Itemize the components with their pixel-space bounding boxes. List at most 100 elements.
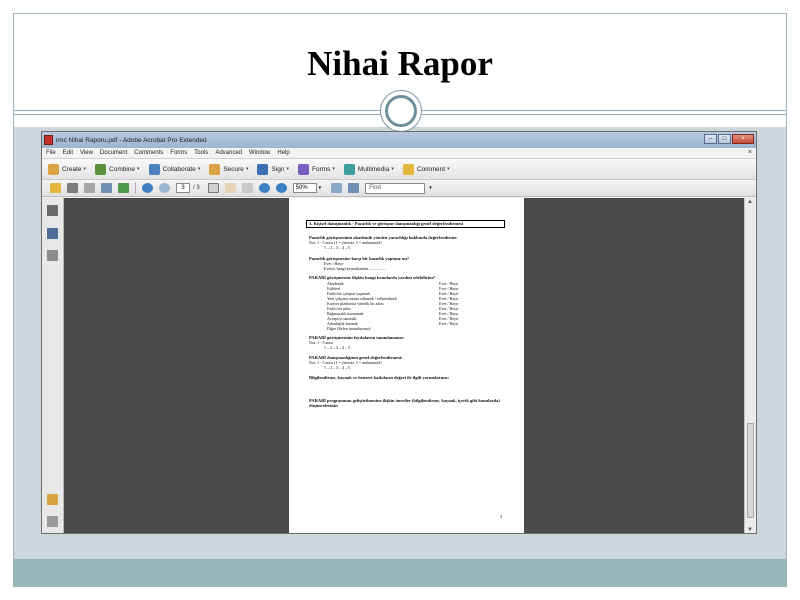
lock-icon xyxy=(209,163,221,175)
question-4-line-2: 1 – 2 – 3 – 4 – 5 xyxy=(324,345,350,350)
find-input[interactable]: Find xyxy=(365,182,426,194)
minimize-button[interactable]: – xyxy=(704,134,717,144)
page-section-header: 3. Kişisel danışmanlık - Pazarlık ve gör… xyxy=(306,220,505,228)
question-6: Bilgilendirme, kaynak ve benzeri katkıla… xyxy=(309,375,450,380)
page-number: 3 xyxy=(500,514,503,519)
vertical-scrollbar[interactable]: ▲ ▼ xyxy=(744,198,756,533)
tasks-toolbar: Create ▾ Combine ▾ Collaborate ▾ Secure … xyxy=(42,158,756,180)
print-icon[interactable] xyxy=(67,183,78,193)
pen-sign-icon xyxy=(257,163,269,175)
collaborate-icon xyxy=(148,163,160,175)
reason-row-value: Evet / Hayır xyxy=(439,321,459,326)
create-pdf-icon xyxy=(48,163,59,175)
scroll-up-arrow-icon[interactable]: ▲ xyxy=(747,199,753,205)
document-viewport[interactable]: 3. Kişisel danışmanlık - Pazarlık ve gör… xyxy=(64,198,744,533)
secure-label: Secure xyxy=(223,165,244,173)
window-titlebar[interactable]: rmc Nihai Raporu.pdf - Adobe Acrobat Pro… xyxy=(42,132,756,148)
menu-edit[interactable]: Edit xyxy=(63,150,73,156)
chevron-down-icon[interactable]: ▾ xyxy=(319,185,322,191)
chevron-down-icon: ▾ xyxy=(332,166,335,172)
menu-view[interactable]: View xyxy=(80,150,93,156)
menu-forms[interactable]: Forms xyxy=(170,150,187,156)
hand-tool-icon[interactable] xyxy=(224,183,236,193)
zoom-in-icon[interactable] xyxy=(275,183,287,193)
page-number-input[interactable]: 3 xyxy=(176,183,190,193)
menu-advanced[interactable]: Advanced xyxy=(215,150,242,156)
open-folder-icon[interactable] xyxy=(50,183,61,193)
scroll-down-arrow-icon[interactable]: ▼ xyxy=(747,527,753,533)
toolbar-separator xyxy=(135,182,136,194)
multimedia-button[interactable]: Multimedia ▾ xyxy=(343,163,394,175)
window-title: rmc Nihai Raporu.pdf - Adobe Acrobat Pro… xyxy=(56,136,207,144)
menu-help[interactable]: Help xyxy=(277,150,289,156)
acrobat-window: rmc Nihai Raporu.pdf - Adobe Acrobat Pro… xyxy=(41,131,757,534)
question-2-line-2: Evetse, hangi kaynaklardan: ............… xyxy=(324,266,387,271)
question-5-line-2: 1 – 2 – 3 – 4 – 5 xyxy=(324,365,350,370)
workspace: 3. Kişisel danışmanlık - Pazarlık ve gör… xyxy=(42,198,756,533)
page-total: / 3 xyxy=(193,185,200,191)
web-share-icon[interactable] xyxy=(118,183,129,193)
menu-comments[interactable]: Comments xyxy=(134,150,163,156)
menu-tools[interactable]: Tools xyxy=(194,150,208,156)
question-7: PARABİ programının geliştirilmesine iliş… xyxy=(309,398,500,408)
email-icon[interactable] xyxy=(101,183,112,193)
scrollbar-thumb[interactable] xyxy=(747,423,754,518)
forms-icon xyxy=(297,163,309,175)
combine-label: Combine xyxy=(109,165,136,173)
collaborate-button[interactable]: Collaborate ▾ xyxy=(148,163,201,175)
previous-page-icon[interactable] xyxy=(142,183,153,193)
fit-width-icon[interactable] xyxy=(331,183,343,193)
chevron-down-icon: ▾ xyxy=(83,166,87,172)
comment-button[interactable]: Comment ▾ xyxy=(402,163,450,175)
chevron-down-icon: ▾ xyxy=(447,166,450,172)
question-3: PARABİ görüşmesine ilişkin hangi konular… xyxy=(309,275,436,280)
maximize-button[interactable]: □ xyxy=(718,134,731,144)
next-page-icon[interactable] xyxy=(159,183,170,193)
chevron-down-icon: ▾ xyxy=(137,166,140,172)
secure-button[interactable]: Secure ▾ xyxy=(209,163,249,175)
window-controls: – □ × xyxy=(704,134,754,144)
bookmarks-panel-icon[interactable] xyxy=(47,228,58,239)
chevron-down-icon[interactable]: ▾ xyxy=(429,185,432,191)
zoom-out-icon[interactable] xyxy=(258,183,270,193)
marquee-zoom-icon[interactable] xyxy=(241,183,253,193)
combine-button[interactable]: Combine ▾ xyxy=(95,163,140,175)
forms-button[interactable]: Forms ▾ xyxy=(297,163,335,175)
navigation-pane xyxy=(42,198,64,533)
menu-file[interactable]: File xyxy=(46,150,56,156)
comment-icon xyxy=(402,163,414,175)
footer-band xyxy=(14,559,786,586)
sign-label: Sign xyxy=(271,165,285,173)
pdf-app-icon xyxy=(44,135,53,145)
multimedia-label: Multimedia xyxy=(357,165,390,173)
chevron-down-icon: ▾ xyxy=(197,166,201,172)
comments-panel-icon[interactable] xyxy=(47,494,58,505)
zoom-level-input[interactable]: 50% xyxy=(292,183,317,193)
chevron-down-icon: ▾ xyxy=(286,166,289,172)
collaborate-label: Collaborate xyxy=(162,165,196,173)
comment-label: Comment xyxy=(416,165,446,173)
create-button[interactable]: Create ▾ xyxy=(48,163,87,175)
circle-ornament-icon xyxy=(380,90,422,132)
forms-label: Forms xyxy=(311,165,331,173)
close-button[interactable]: × xyxy=(732,134,754,144)
fit-page-icon[interactable] xyxy=(348,183,360,193)
navigation-toolbar: 3 / 3 50% ▾ Find ▾ xyxy=(42,180,756,197)
select-cursor-icon[interactable] xyxy=(207,183,219,193)
combine-files-icon xyxy=(95,163,107,175)
pdf-page: 3. Kişisel danışmanlık - Pazarlık ve gör… xyxy=(289,198,524,533)
menu-document[interactable]: Document xyxy=(100,150,127,156)
question-1-line-2: 1 – 2 – 3 – 4 – 5 xyxy=(324,245,350,250)
menu-window[interactable]: Window xyxy=(249,150,270,156)
chevron-down-icon: ▾ xyxy=(391,166,394,172)
chevron-down-icon: ▾ xyxy=(245,166,249,172)
attachments-paperclip-icon[interactable] xyxy=(47,516,58,527)
create-label: Create xyxy=(62,165,82,173)
pages-panel-icon[interactable] xyxy=(47,205,58,216)
multimedia-icon xyxy=(343,163,355,175)
menu-bar: File Edit View Document Comments Forms T… xyxy=(42,148,756,158)
save-icon[interactable] xyxy=(84,183,95,193)
signatures-panel-icon[interactable] xyxy=(47,250,58,261)
document-close-icon[interactable]: × xyxy=(748,148,752,158)
sign-button[interactable]: Sign ▾ xyxy=(257,163,289,175)
